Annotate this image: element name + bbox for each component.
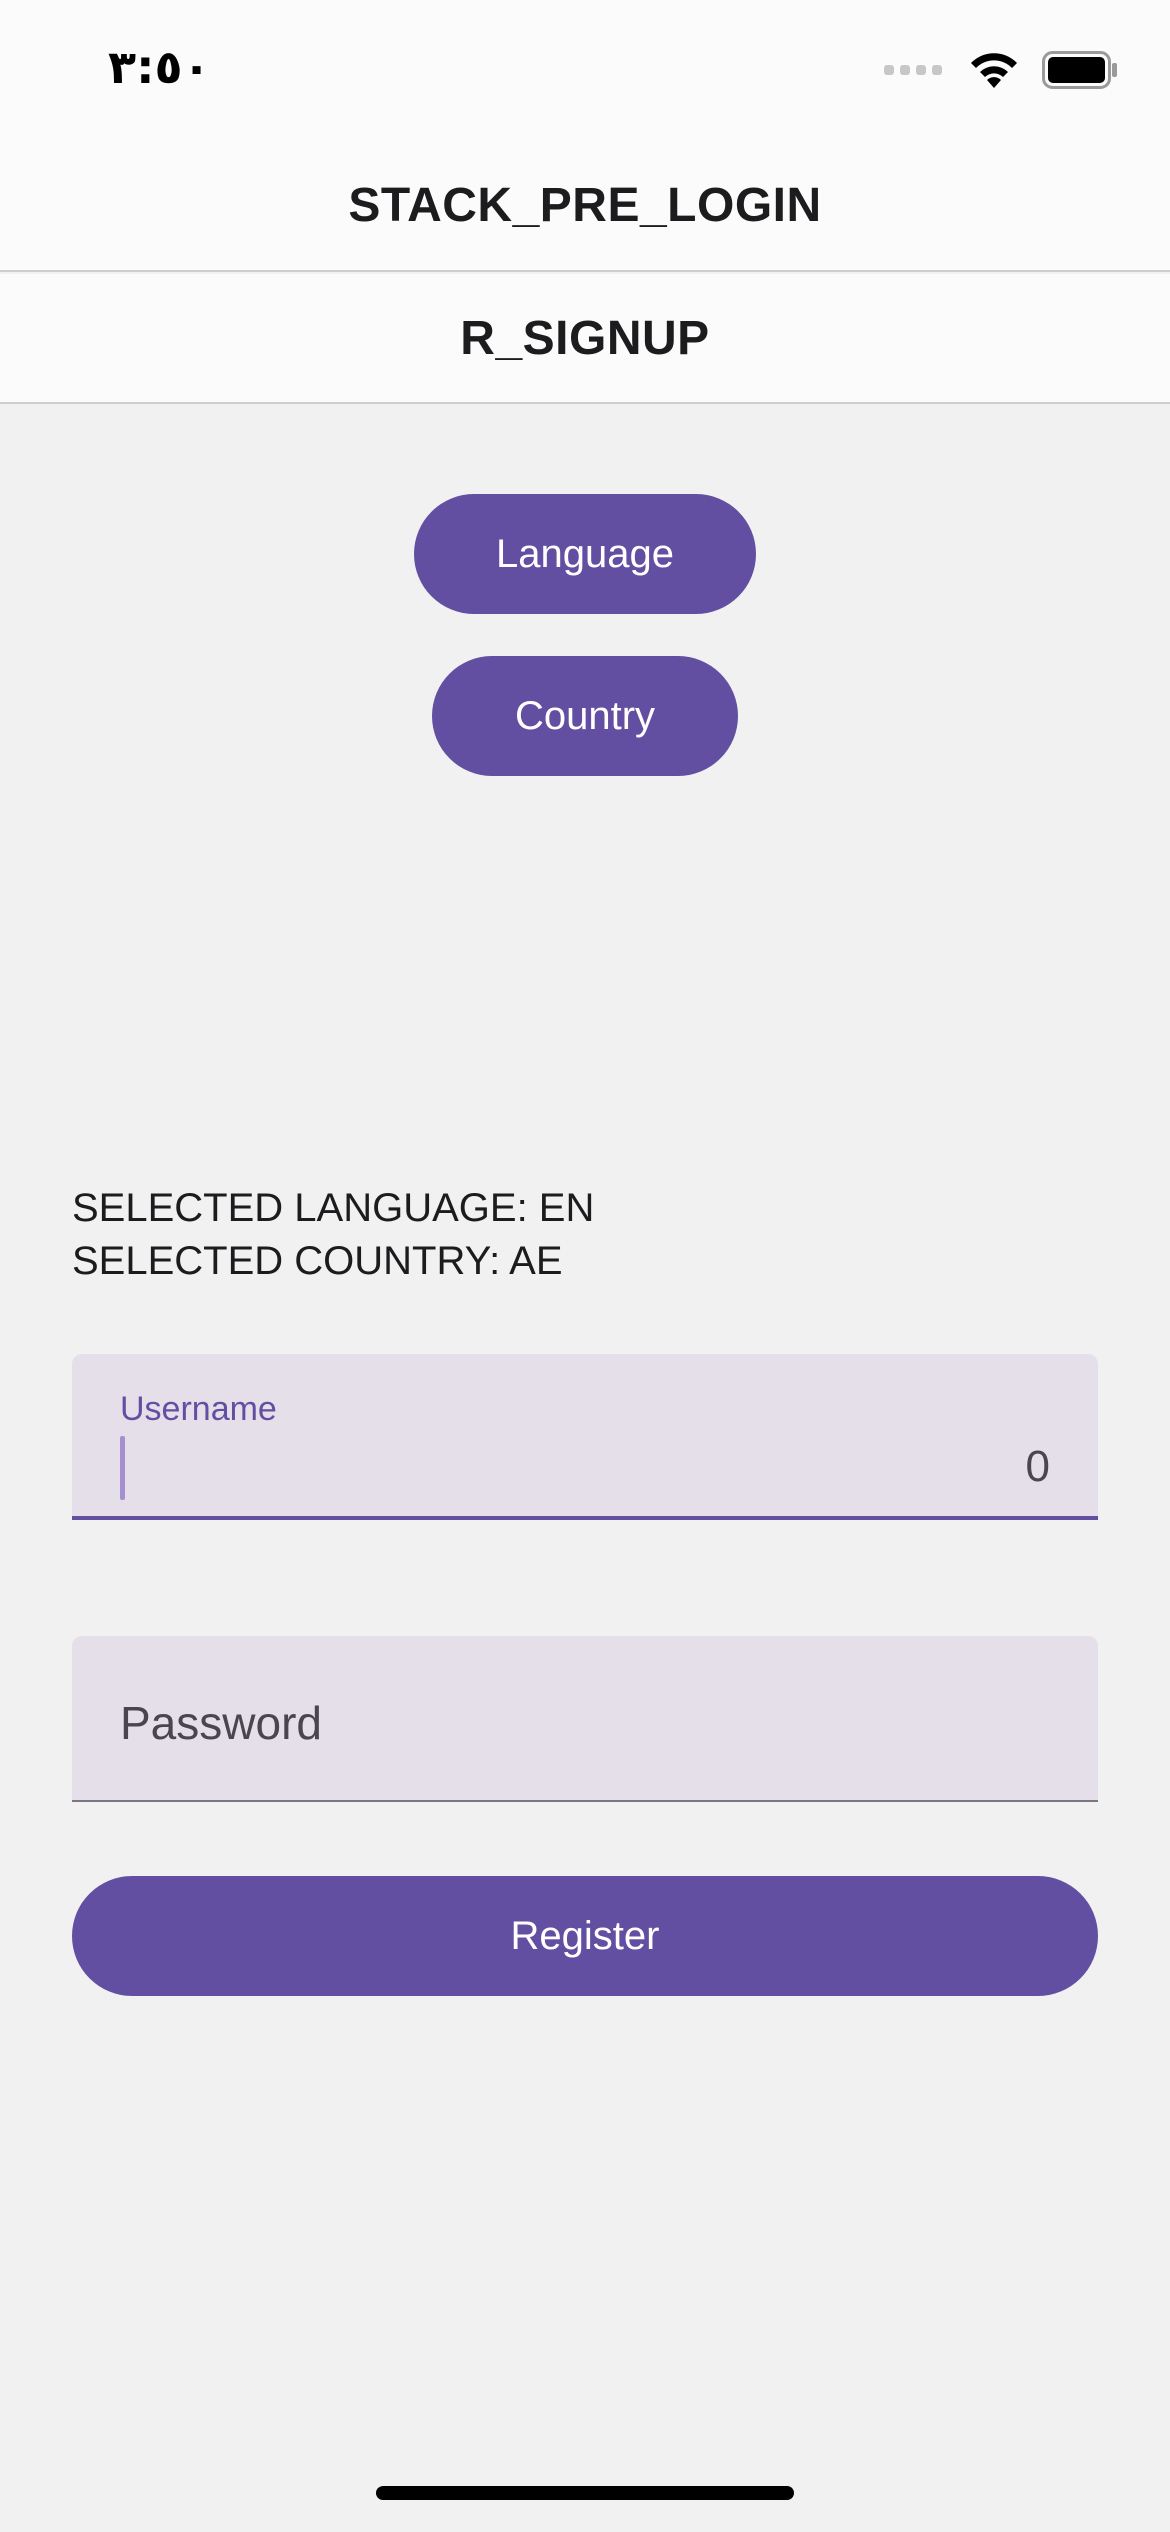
wifi-icon	[971, 53, 1017, 88]
country-button[interactable]: Country	[432, 656, 738, 776]
status-time: ٣:٥٠	[108, 40, 211, 94]
signup-screen: ٣:٥٠ STACK_PRE_LOGIN R_SIGNUP Language C…	[0, 0, 1170, 2532]
selected-language-text: SELECTED LANGUAGE: EN	[72, 1186, 595, 1230]
language-button[interactable]: Language	[414, 494, 756, 614]
cellular-signal-icon	[884, 65, 942, 75]
status-bar: ٣:٥٠	[0, 0, 1170, 140]
battery-icon	[1042, 51, 1117, 89]
selected-country-text: SELECTED COUNTRY: AE	[72, 1239, 563, 1283]
username-character-counter: 0	[1025, 1442, 1050, 1491]
password-field[interactable]: Password	[72, 1636, 1098, 1802]
screen-title: R_SIGNUP	[460, 311, 710, 365]
home-indicator[interactable]	[376, 2486, 794, 2500]
password-placeholder: Password	[120, 1697, 322, 1749]
selection-summary: SELECTED LANGUAGE: EN SELECTED COUNTRY: …	[72, 1182, 594, 1288]
username-label: Username	[120, 1390, 277, 1428]
screen-header: R_SIGNUP	[0, 274, 1170, 404]
register-button[interactable]: Register	[72, 1876, 1098, 1996]
status-icons	[884, 50, 1118, 90]
text-cursor	[120, 1436, 125, 1500]
stack-title: STACK_PRE_LOGIN	[348, 178, 822, 232]
stack-header: STACK_PRE_LOGIN	[0, 140, 1170, 272]
username-field[interactable]: Username 0	[72, 1354, 1098, 1520]
